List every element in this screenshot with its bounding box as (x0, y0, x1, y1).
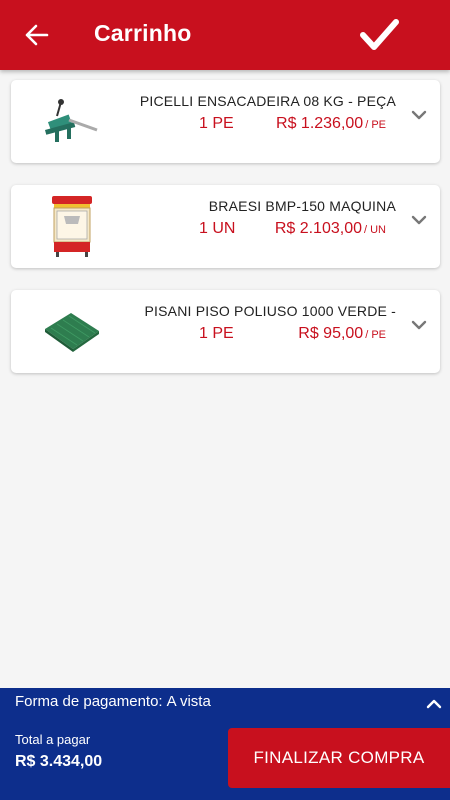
bagging-machine-image (39, 90, 105, 152)
total-label: Total a pagar (15, 732, 91, 747)
total-value: R$ 3.434,00 (15, 753, 103, 770)
item-price: R$ 1.236,00/ PE (276, 115, 386, 133)
chevron-down-icon (411, 215, 427, 225)
cart-item[interactable]: PISANI PISO POLIUSO 1000 VERDE - 1 PE R$… (11, 290, 440, 373)
item-quantity: 1 UN (199, 220, 236, 237)
cart-item-list: PICELLI ENSACADEIRA 08 KG - PEÇA 1 PE R$… (11, 80, 440, 395)
back-button[interactable] (22, 21, 52, 49)
payment-method-label: Forma de pagamento: (15, 693, 163, 710)
item-price: R$ 2.103,00/ UN (275, 220, 386, 238)
payment-method-value: A vista (166, 693, 211, 710)
chevron-down-icon (411, 320, 427, 330)
expand-item-button[interactable] (410, 316, 428, 334)
cart-item[interactable]: PICELLI ENSACADEIRA 08 KG - PEÇA 1 PE R$… (11, 80, 440, 163)
expand-item-button[interactable] (410, 106, 428, 124)
chevron-down-icon (411, 110, 427, 120)
popcorn-machine-image (39, 195, 105, 257)
app-bar: Carrinho (0, 0, 450, 70)
item-price-value: R$ 95,00 (298, 325, 364, 342)
item-name: PICELLI ENSACADEIRA 08 KG - PEÇA (139, 93, 396, 109)
payment-method: Forma de pagamento: A vista (15, 693, 211, 710)
expand-item-button[interactable] (410, 211, 428, 229)
item-quantity: 1 PE (199, 115, 234, 132)
item-price-unit: / PE (365, 119, 386, 131)
page-title: Carrinho (94, 20, 192, 46)
confirm-button[interactable] (356, 14, 402, 56)
item-price-value: R$ 1.236,00 (276, 115, 364, 132)
checkout-footer: Forma de pagamento: A vista Total a pagar… (0, 688, 450, 800)
check-icon (360, 19, 399, 50)
item-price-unit: / UN (364, 224, 386, 236)
cart-item[interactable]: BRAESI BMP-150 MAQUINA 1 UN R$ 2.103,00/… (11, 185, 440, 268)
item-quantity: 1 PE (199, 325, 234, 342)
item-price: R$ 95,00/ PE (298, 325, 386, 343)
payment-method-toggle[interactable]: Forma de pagamento: A vista (0, 688, 450, 718)
item-name: PISANI PISO POLIUSO 1000 VERDE - (144, 303, 396, 319)
item-price-unit: / PE (365, 329, 386, 341)
item-name: BRAESI BMP-150 MAQUINA (208, 198, 396, 214)
arrow-left-icon (25, 24, 49, 46)
item-price-value: R$ 2.103,00 (274, 220, 362, 237)
green-floor-tile-image (39, 300, 105, 362)
finalize-purchase-button[interactable]: FINALIZAR COMPRA (228, 728, 450, 788)
chevron-up-icon (426, 696, 442, 712)
